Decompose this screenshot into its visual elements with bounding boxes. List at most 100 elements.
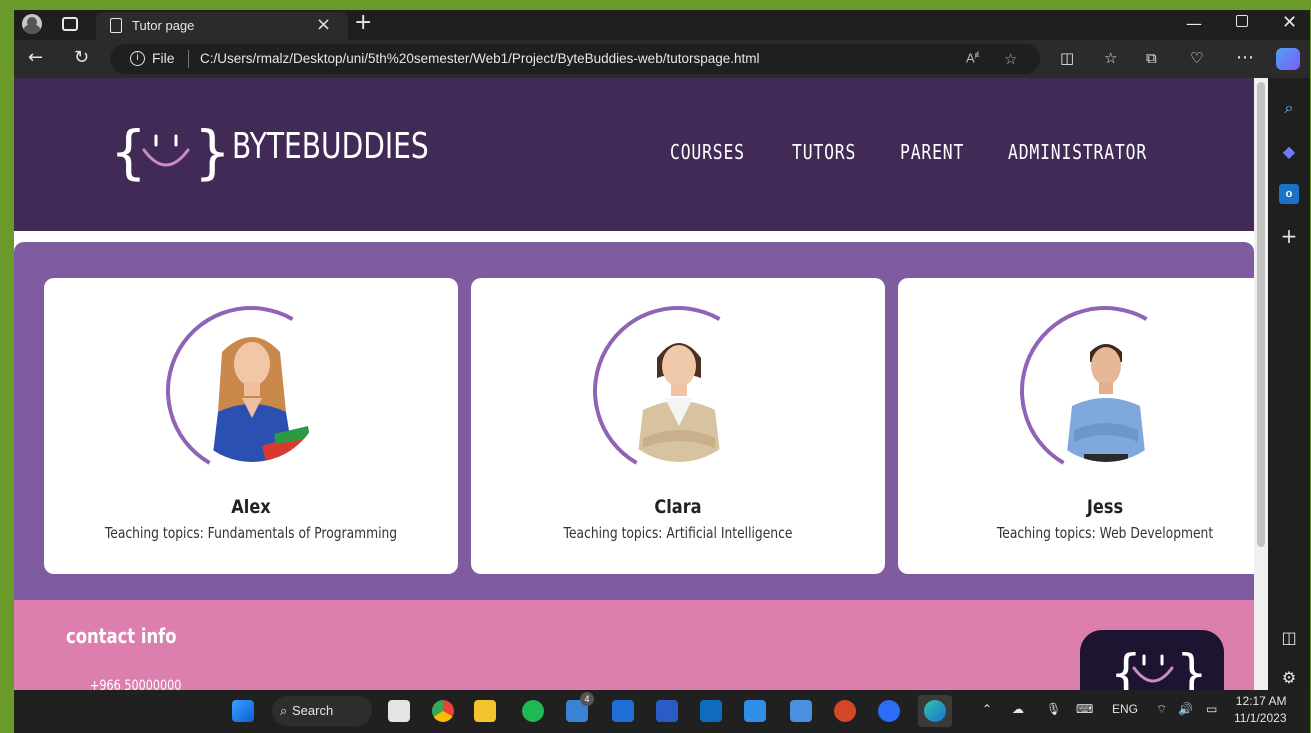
- tab-title: Tutor page: [132, 18, 195, 33]
- svg-text:{: {: [1110, 644, 1142, 690]
- new-tab-icon[interactable]: +: [354, 10, 372, 35]
- windows-taskbar: ⌕ Search 4 ⌃ ☁ 🎙 ⌨ ENG ⌔ 🔊 ▭ 12:17 AM 11…: [14, 690, 1310, 733]
- address-separator: [188, 50, 189, 68]
- task-view-icon[interactable]: [388, 700, 410, 722]
- battery-icon[interactable]: ▭: [1206, 702, 1217, 716]
- svg-text:}: }: [194, 118, 230, 186]
- volume-icon[interactable]: 🔊: [1178, 702, 1193, 716]
- tutor-photo-jess: [1036, 322, 1176, 462]
- svg-text:}: }: [1176, 644, 1208, 690]
- taskbar-search-label: Search: [292, 703, 334, 718]
- brand-name[interactable]: BYTEBUDDIES: [232, 126, 429, 167]
- svg-text:{: {: [110, 118, 147, 186]
- vscode-icon[interactable]: [744, 700, 766, 722]
- zoom-icon[interactable]: [878, 700, 900, 722]
- tutor-card[interactable]: Jess Teaching topics: Web Development: [898, 278, 1254, 574]
- nav-courses[interactable]: COURSES: [670, 140, 745, 164]
- close-window-icon[interactable]: ✕: [1282, 12, 1297, 33]
- nav-tutors[interactable]: TUTORS: [792, 140, 856, 164]
- tutors-section: Alex Teaching topics: Fundamentals of Pr…: [14, 242, 1254, 602]
- address-url[interactable]: C:/Users/rmalz/Desktop/uni/5th%20semeste…: [200, 51, 760, 66]
- search-icon: ⌕: [280, 703, 288, 718]
- taskbar-search[interactable]: ⌕ Search: [272, 696, 372, 726]
- calendar-icon[interactable]: [612, 700, 634, 722]
- keyboard-icon[interactable]: ⌨: [1076, 702, 1093, 716]
- scroll-thumb[interactable]: [1257, 82, 1265, 547]
- page-scrollbar[interactable]: [1254, 78, 1268, 690]
- notification-badge: 4: [580, 692, 594, 706]
- collections-icon[interactable]: ⧉: [1146, 48, 1157, 68]
- more-menu-icon[interactable]: ⋯: [1236, 48, 1254, 68]
- powerpoint-icon[interactable]: [834, 700, 856, 722]
- tutor-name: Clara: [654, 496, 702, 518]
- tutor-topic: Teaching topics: Fundamentals of Program…: [104, 524, 398, 542]
- clock-date: 11/1/2023: [1234, 711, 1287, 725]
- edge-taskbar-icon[interactable]: [918, 695, 952, 727]
- site-header: { } BYTEBUDDIES COURSES TUTORS PARENT AD…: [14, 78, 1254, 231]
- favorite-star-icon[interactable]: ☆: [1004, 50, 1017, 68]
- clock-time: 12:17 AM: [1235, 694, 1287, 708]
- file-explorer-icon[interactable]: [474, 700, 496, 722]
- edge-logo-icon: [924, 700, 946, 722]
- refresh-icon[interactable]: ↻: [74, 48, 89, 68]
- sidebar-toggle-icon[interactable]: ◫: [1279, 628, 1299, 648]
- tab-bar: Tutor page × + — ✕: [14, 10, 1310, 40]
- tutor-photo-frame: [1000, 286, 1210, 496]
- address-bar[interactable]: i File C:/Users/rmalz/Desktop/uni/5th%20…: [110, 44, 1040, 74]
- weather-icon[interactable]: ☁: [1012, 702, 1024, 716]
- microphone-icon[interactable]: 🎙: [1046, 702, 1061, 716]
- add-sidebar-app-icon[interactable]: +: [1279, 226, 1299, 246]
- settings-gear-icon[interactable]: ⚙: [1279, 668, 1299, 688]
- nav-administrator[interactable]: ADMINISTRATOR: [1008, 140, 1147, 164]
- edge-sidebar: ⌕ ◆ o + ◫ ⚙: [1268, 78, 1310, 690]
- page-icon: [110, 18, 122, 33]
- taskbar-clock[interactable]: 12:17 AM 11/1/2023: [1234, 693, 1287, 727]
- tutor-card[interactable]: Clara Teaching topics: Artificial Intell…: [471, 278, 885, 574]
- navigation-bar: ← ↻ i File C:/Users/rmalz/Desktop/uni/5t…: [14, 40, 1310, 78]
- word-icon[interactable]: [656, 700, 678, 722]
- tutor-topic: Teaching topics: Artificial Intelligence: [563, 524, 793, 542]
- copilot-icon[interactable]: [1276, 48, 1300, 70]
- tray-chevron-icon[interactable]: ⌃: [982, 702, 992, 716]
- profile-avatar-icon[interactable]: [22, 14, 42, 34]
- maximize-icon[interactable]: [1236, 15, 1248, 27]
- nav-parent[interactable]: PARENT: [900, 140, 964, 164]
- contact-info-title: contact info: [66, 624, 177, 648]
- notepad-icon[interactable]: [790, 700, 812, 722]
- footer-logo-icon: { }: [1080, 630, 1224, 690]
- back-icon[interactable]: ←: [28, 48, 43, 68]
- tab-close-icon[interactable]: ×: [316, 14, 331, 35]
- read-aloud-icon[interactable]: Aⱥ: [966, 50, 979, 65]
- outlook-icon[interactable]: o: [1279, 184, 1299, 204]
- page-viewport: { } BYTEBUDDIES COURSES TUTORS PARENT AD…: [14, 78, 1254, 690]
- browser-window: Tutor page × + — ✕ ← ↻ i File C:/Users/r…: [14, 10, 1310, 690]
- todo-icon[interactable]: 4: [566, 692, 594, 722]
- tutor-name: Jess: [1086, 496, 1124, 518]
- info-icon[interactable]: i: [130, 51, 145, 66]
- search-icon[interactable]: ⌕: [1279, 98, 1299, 118]
- contact-phone: +966 50000000: [90, 678, 182, 690]
- address-prefix: File: [152, 50, 175, 66]
- tutor-topic: Teaching topics: Web Development: [996, 524, 1214, 542]
- browser-essentials-icon[interactable]: ♡: [1190, 48, 1203, 68]
- tab-tutor-page[interactable]: Tutor page ×: [96, 12, 348, 40]
- tutor-card[interactable]: Alex Teaching topics: Fundamentals of Pr…: [44, 278, 458, 574]
- favorites-icon[interactable]: ☆: [1104, 48, 1117, 68]
- chrome-icon[interactable]: [432, 700, 454, 722]
- outlook-taskbar-icon[interactable]: [700, 700, 722, 722]
- windows-start-icon[interactable]: [232, 700, 254, 722]
- site-footer: contact info +966 50000000 { }: [14, 600, 1254, 690]
- tutor-photo-clara: [609, 322, 749, 462]
- split-screen-icon[interactable]: ◫: [1060, 48, 1074, 68]
- wifi-icon[interactable]: ⌔: [1156, 702, 1167, 717]
- minimize-icon[interactable]: —: [1186, 14, 1202, 33]
- language-indicator[interactable]: ENG: [1112, 702, 1138, 716]
- copilot-sidebar-icon[interactable]: ◆: [1279, 142, 1299, 162]
- tutor-photo-frame: [573, 286, 783, 496]
- tutor-photo-alex: [182, 322, 322, 462]
- bytebuddies-logo-icon[interactable]: { }: [110, 116, 230, 186]
- tutor-name: Alex: [231, 496, 271, 518]
- spotify-icon[interactable]: [522, 700, 544, 722]
- workspaces-icon[interactable]: [62, 17, 78, 31]
- tutor-photo-frame: [146, 286, 356, 496]
